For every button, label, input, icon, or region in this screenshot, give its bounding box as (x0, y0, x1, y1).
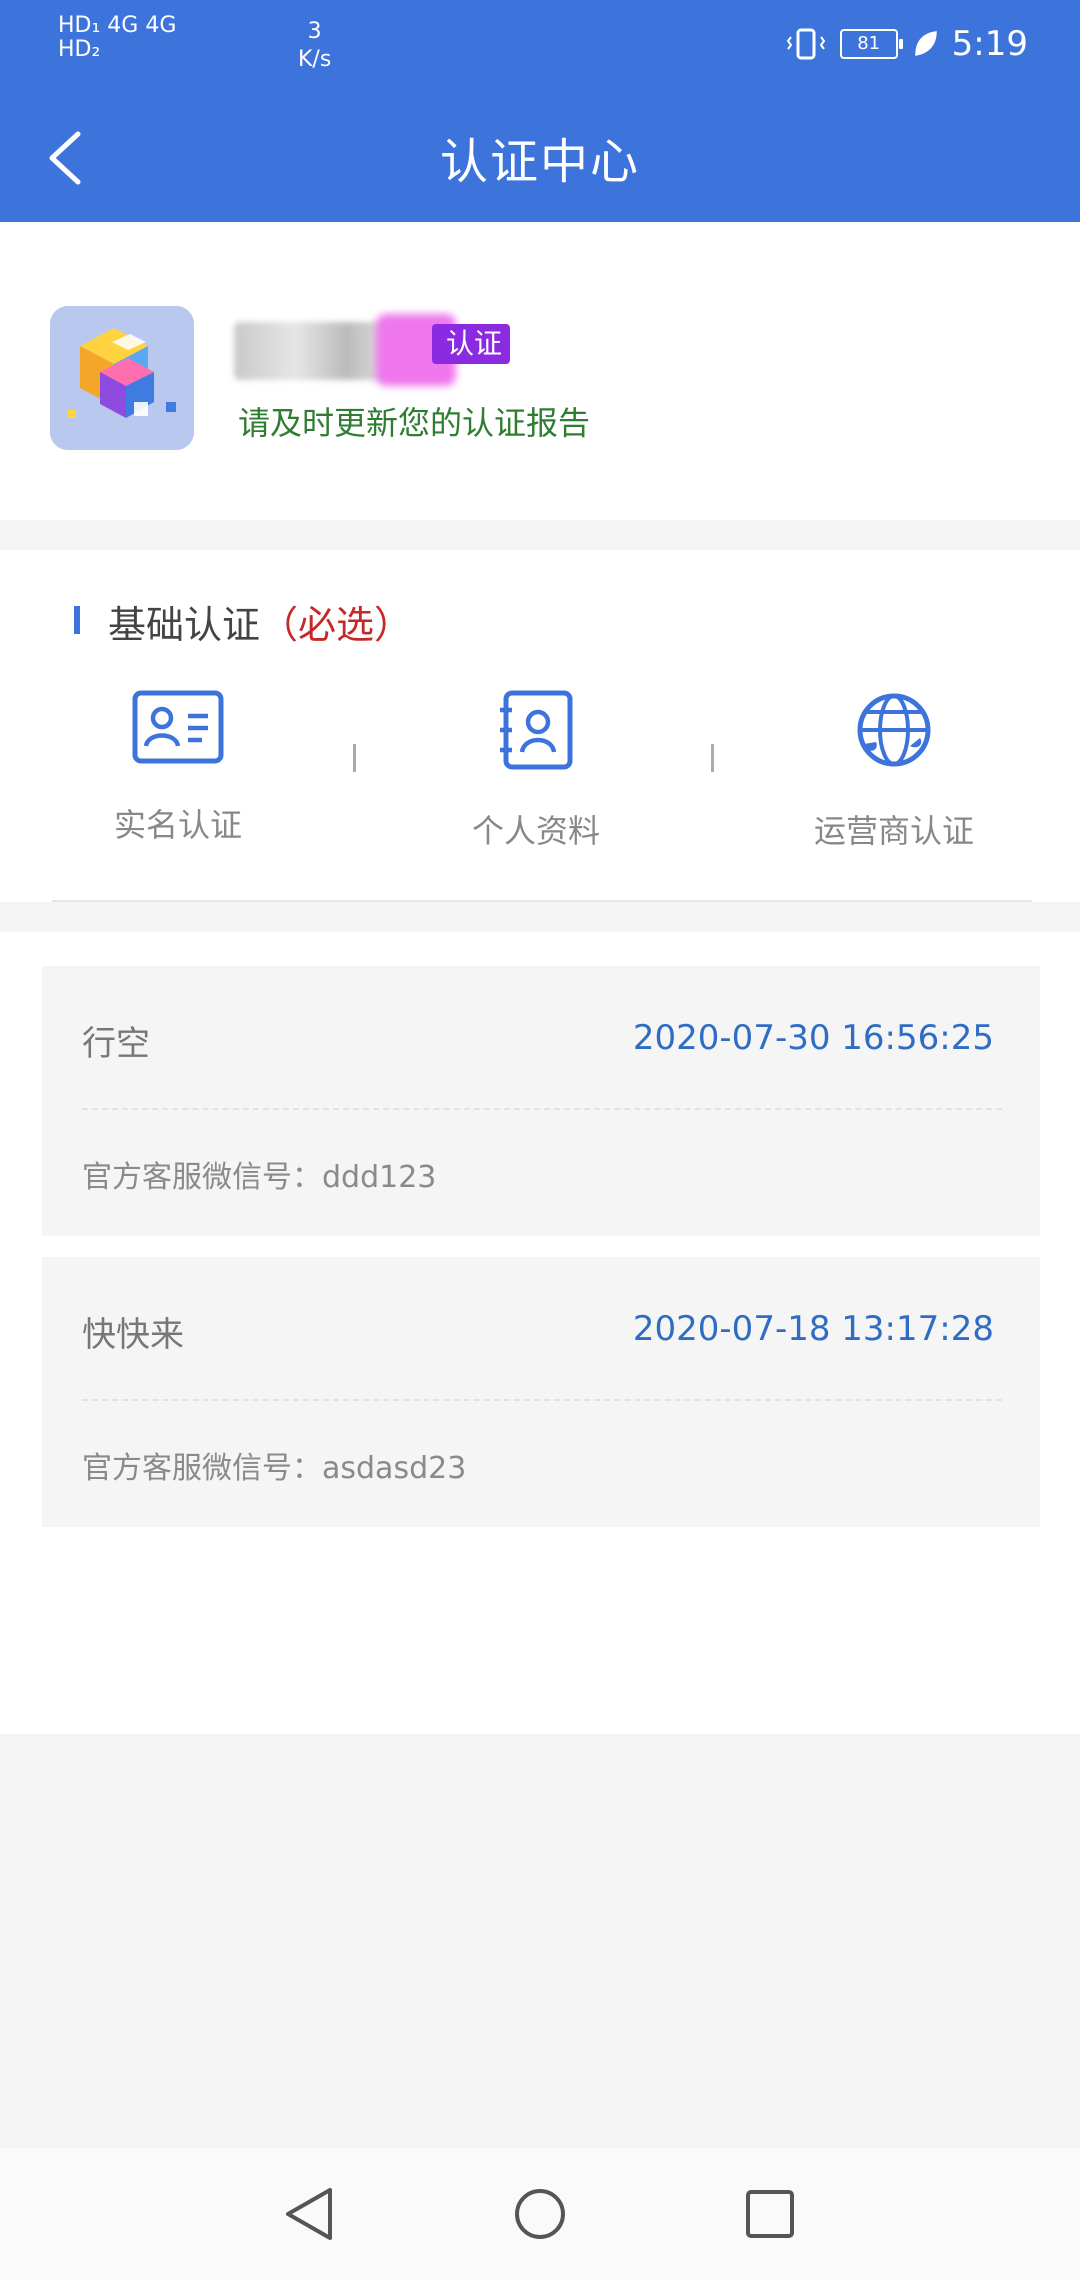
leaf-icon (914, 31, 937, 56)
section-title-text: 基础认证 (108, 603, 261, 647)
section-required-tag: （必选） (260, 603, 413, 647)
nav-back-icon[interactable] (282, 2184, 336, 2244)
battery-indicator: 81 (839, 29, 903, 59)
record-wechat: 官方客服微信号：asdasd23 (82, 1451, 467, 1486)
record-card[interactable]: 行空 2020-07-30 16:56:25 官方客服微信号：ddd123 (42, 966, 1040, 1236)
network-speed-value: 3 (307, 19, 322, 44)
real-name-cert-button[interactable]: 实名认证 (28, 690, 328, 846)
record-divider (82, 1108, 1002, 1110)
status-right: 81 5:19 (786, 24, 1028, 64)
nav-home-icon[interactable] (512, 2184, 568, 2244)
cube-logo-icon (50, 306, 194, 450)
separator (711, 744, 714, 772)
header-bar: HD₁ 4G 4G HD₂ 3 K/s 81 5:19 认证中心 (0, 0, 1080, 222)
record-name: 行空 (82, 1024, 150, 1064)
separator (353, 744, 356, 772)
nav-recent-apps-icon[interactable] (742, 2186, 798, 2242)
cert-record-list: 行空 2020-07-30 16:56:25 官方客服微信号：ddd123 快快… (0, 932, 1080, 1734)
update-notice: 请及时更新您的认证报告 (238, 404, 591, 442)
basic-cert-section: 基础认证（必选） 实名认证 个人资料 运营商认证 (0, 550, 1080, 902)
section-marker (74, 606, 80, 634)
system-nav-bar (0, 2148, 1080, 2280)
record-time: 2020-07-30 16:56:25 (632, 1018, 994, 1058)
network-speed-unit: K/s (298, 46, 332, 72)
page-title: 认证中心 (439, 134, 640, 190)
carrier-cert-label: 运营商认证 (813, 812, 974, 850)
record-name: 快快来 (82, 1315, 184, 1355)
clock: 5:19 (951, 24, 1028, 64)
network-speed: 3 K/s (298, 18, 331, 73)
signal-line-1: HD₁ 4G 4G (58, 13, 177, 38)
record-divider (82, 1399, 1002, 1401)
personal-info-label: 个人资料 (471, 812, 600, 850)
profile-document-icon (500, 690, 573, 770)
signal-status: HD₁ 4G 4G HD₂ (58, 13, 177, 63)
section-divider (52, 900, 1032, 902)
id-card-icon (132, 690, 224, 764)
profile-card: 认证 请及时更新您的认证报告 (0, 222, 1080, 520)
record-time: 2020-07-18 13:17:28 (632, 1309, 994, 1349)
record-card[interactable]: 快快来 2020-07-18 13:17:28 官方客服微信号：asdasd23 (42, 1257, 1040, 1527)
real-name-cert-label: 实名认证 (113, 806, 242, 844)
record-wechat: 官方客服微信号：ddd123 (82, 1160, 437, 1195)
carrier-cert-button[interactable]: 运营商认证 (744, 690, 1044, 852)
avatar (50, 306, 194, 450)
vibrate-icon (786, 28, 825, 60)
globe-phone-icon (857, 693, 931, 767)
cert-badge: 认证 (432, 324, 511, 364)
section-title: 基础认证（必选） (108, 594, 412, 649)
signal-line-2: HD₂ (58, 37, 101, 63)
personal-info-button[interactable]: 个人资料 (386, 690, 686, 852)
